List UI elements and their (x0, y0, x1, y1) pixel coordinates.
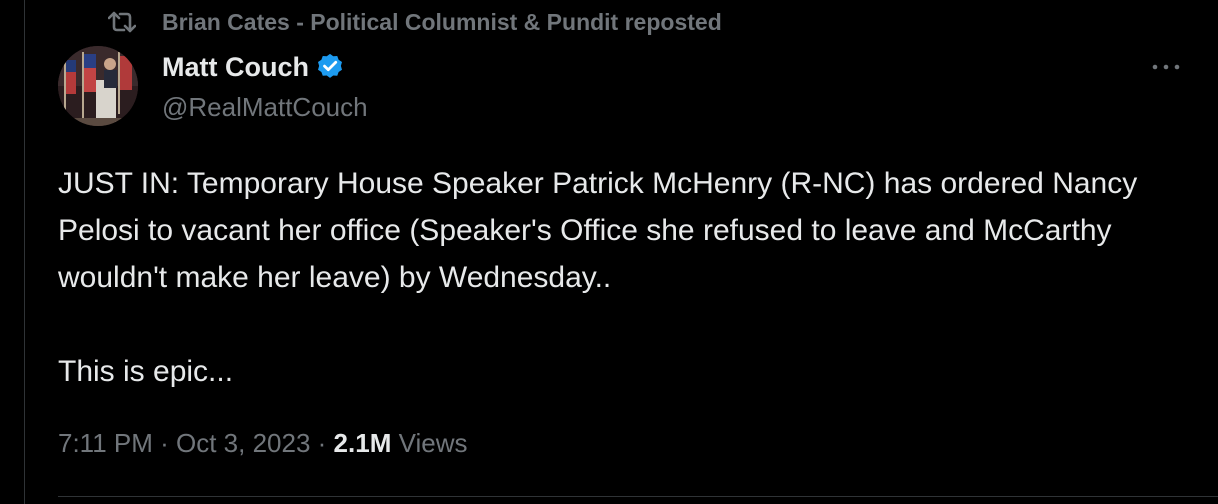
more-options-button[interactable] (1146, 52, 1186, 82)
repost-icon (108, 9, 136, 35)
tweet-date[interactable]: Oct 3, 2023 (176, 428, 310, 459)
views-count: 2.1M (333, 428, 392, 458)
tweet-text: JUST IN: Temporary House Speaker Patrick… (58, 160, 1198, 395)
views-label: Views (391, 428, 468, 458)
meta-separator: · (152, 428, 177, 458)
user-handle[interactable]: @RealMattCouch (162, 92, 368, 123)
name-row: Matt Couch (162, 50, 368, 84)
tweet-paragraph: This is epic... (58, 355, 234, 388)
repost-label: Brian Cates - Political Columnist & Pund… (162, 8, 722, 35)
divider (58, 496, 1218, 497)
tweet-time[interactable]: 7:11 PM (58, 428, 153, 459)
more-horizontal-icon (1152, 64, 1180, 70)
verified-badge-icon[interactable] (315, 52, 345, 82)
tweet-paragraph: JUST IN: Temporary House Speaker Patrick… (58, 167, 1138, 294)
display-name[interactable]: Matt Couch (162, 52, 309, 83)
meta-separator: · (310, 428, 334, 458)
avatar[interactable] (58, 46, 138, 126)
repost-context[interactable]: Brian Cates - Political Columnist & Pund… (108, 6, 722, 38)
timeline-border (24, 0, 25, 504)
tweet-meta: 7:11 PM · Oct 3, 2023 · 2.1M Views (58, 428, 467, 459)
tweet-author: Matt Couch @RealMattCouch (162, 50, 368, 123)
